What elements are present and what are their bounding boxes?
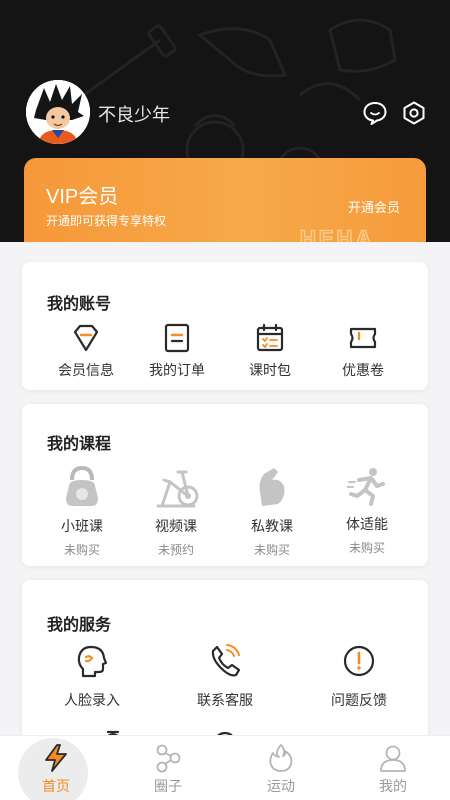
tab-sport-label: 运动 (267, 778, 295, 794)
fitness-test-label: 体适能 (346, 516, 388, 532)
coupon-item[interactable]: 优惠卷 (323, 322, 403, 380)
face-entry-label: 人脸录入 (64, 692, 120, 708)
alert-icon (343, 645, 375, 677)
settings-hexagon-icon[interactable] (401, 100, 427, 126)
circles-icon (156, 744, 181, 773)
contact-support-label: 联系客服 (197, 692, 253, 708)
private-class-label: 私教课 (251, 518, 293, 534)
member-info-item[interactable]: 会员信息 (46, 322, 126, 380)
private-class-item[interactable]: 私教课 未购买 (232, 466, 312, 558)
video-class-item[interactable]: 视频课 未预约 (136, 466, 216, 558)
calendar-icon (256, 323, 284, 352)
feedback-item[interactable]: 问题反馈 (317, 644, 401, 710)
private-class-status: 未购买 (253, 543, 290, 557)
heha-watermark-logo: HEHA (299, 225, 374, 242)
face-icon (77, 645, 108, 678)
face-entry-item[interactable]: 人脸录入 (50, 644, 134, 710)
small-class-label: 小班课 (61, 518, 103, 534)
fitness-test-item[interactable]: 体适能 未购买 (327, 466, 407, 556)
phone-icon (211, 644, 241, 677)
member-info-label: 会员信息 (58, 362, 114, 378)
services-card: 我的服务 人脸录入 联系客服 问题反馈 (22, 580, 428, 755)
small-class-item[interactable]: 小班课 未购买 (42, 466, 122, 558)
video-class-label: 视频课 (155, 518, 197, 534)
tab-home-label: 首页 (42, 778, 70, 794)
courses-card: 我的课程 小班课 未购买 视频课 未预约 私教课 未购买 体适能 未购买 (22, 404, 428, 566)
runner-icon (347, 468, 385, 506)
tab-mine-label: 我的 (379, 778, 407, 794)
diamond-icon (73, 324, 99, 352)
svg-text:HEHA: HEHA (300, 226, 374, 242)
fitness-test-status: 未购买 (348, 541, 385, 555)
video-class-status: 未预约 (157, 543, 194, 557)
account-card: 我的账号 会员信息 我的订单 课时包 优惠卷 (22, 262, 428, 390)
my-orders-item[interactable]: 我的订单 (137, 322, 217, 380)
lightning-icon (45, 744, 67, 772)
coupon-icon (349, 327, 377, 349)
small-class-status: 未购买 (63, 543, 100, 557)
tab-mine[interactable]: 我的 (337, 736, 449, 800)
profile-header: 不良少年 VIP会员 开通即可获得专享特权 开通会员 HEHA (0, 0, 450, 242)
username: 不良少年 (98, 105, 170, 125)
account-section-title: 我的账号 (47, 296, 112, 313)
avatar-character-icon (26, 80, 90, 144)
tab-home[interactable]: 首页 (0, 736, 112, 800)
main-content[interactable]: 我的账号 会员信息 我的订单 课时包 优惠卷 我的课程 小班课 未购买 视频课 … (0, 242, 450, 755)
vip-membership-card[interactable]: VIP会员 开通即可获得专享特权 开通会员 HEHA (24, 158, 426, 242)
order-icon (164, 323, 190, 353)
vip-subtitle: 开通即可获得专享特权 (46, 214, 167, 228)
kettlebell-icon (66, 466, 98, 506)
tab-circle-label: 圈子 (154, 778, 182, 794)
contact-support-item[interactable]: 联系客服 (180, 644, 270, 710)
courses-section-title: 我的课程 (47, 436, 112, 453)
chat-bubble-icon[interactable] (362, 100, 388, 126)
feedback-label: 问题反馈 (331, 692, 387, 708)
tab-circle[interactable]: 圈子 (112, 736, 224, 800)
my-orders-label: 我的订单 (149, 362, 205, 378)
exercise-bike-icon (156, 470, 199, 508)
coupon-label: 优惠卷 (342, 362, 384, 378)
tab-sport[interactable]: 运动 (225, 736, 337, 800)
bicep-icon (259, 468, 285, 506)
user-icon (380, 745, 406, 772)
vip-title: VIP会员 (46, 186, 119, 208)
services-section-title: 我的服务 (47, 617, 112, 634)
class-package-item[interactable]: 课时包 (230, 322, 310, 380)
avatar[interactable] (26, 80, 90, 144)
class-package-label: 课时包 (249, 362, 291, 378)
flame-icon (269, 744, 293, 772)
bottom-tab-bar: 首页 圈子 运动 我的 (0, 735, 450, 800)
